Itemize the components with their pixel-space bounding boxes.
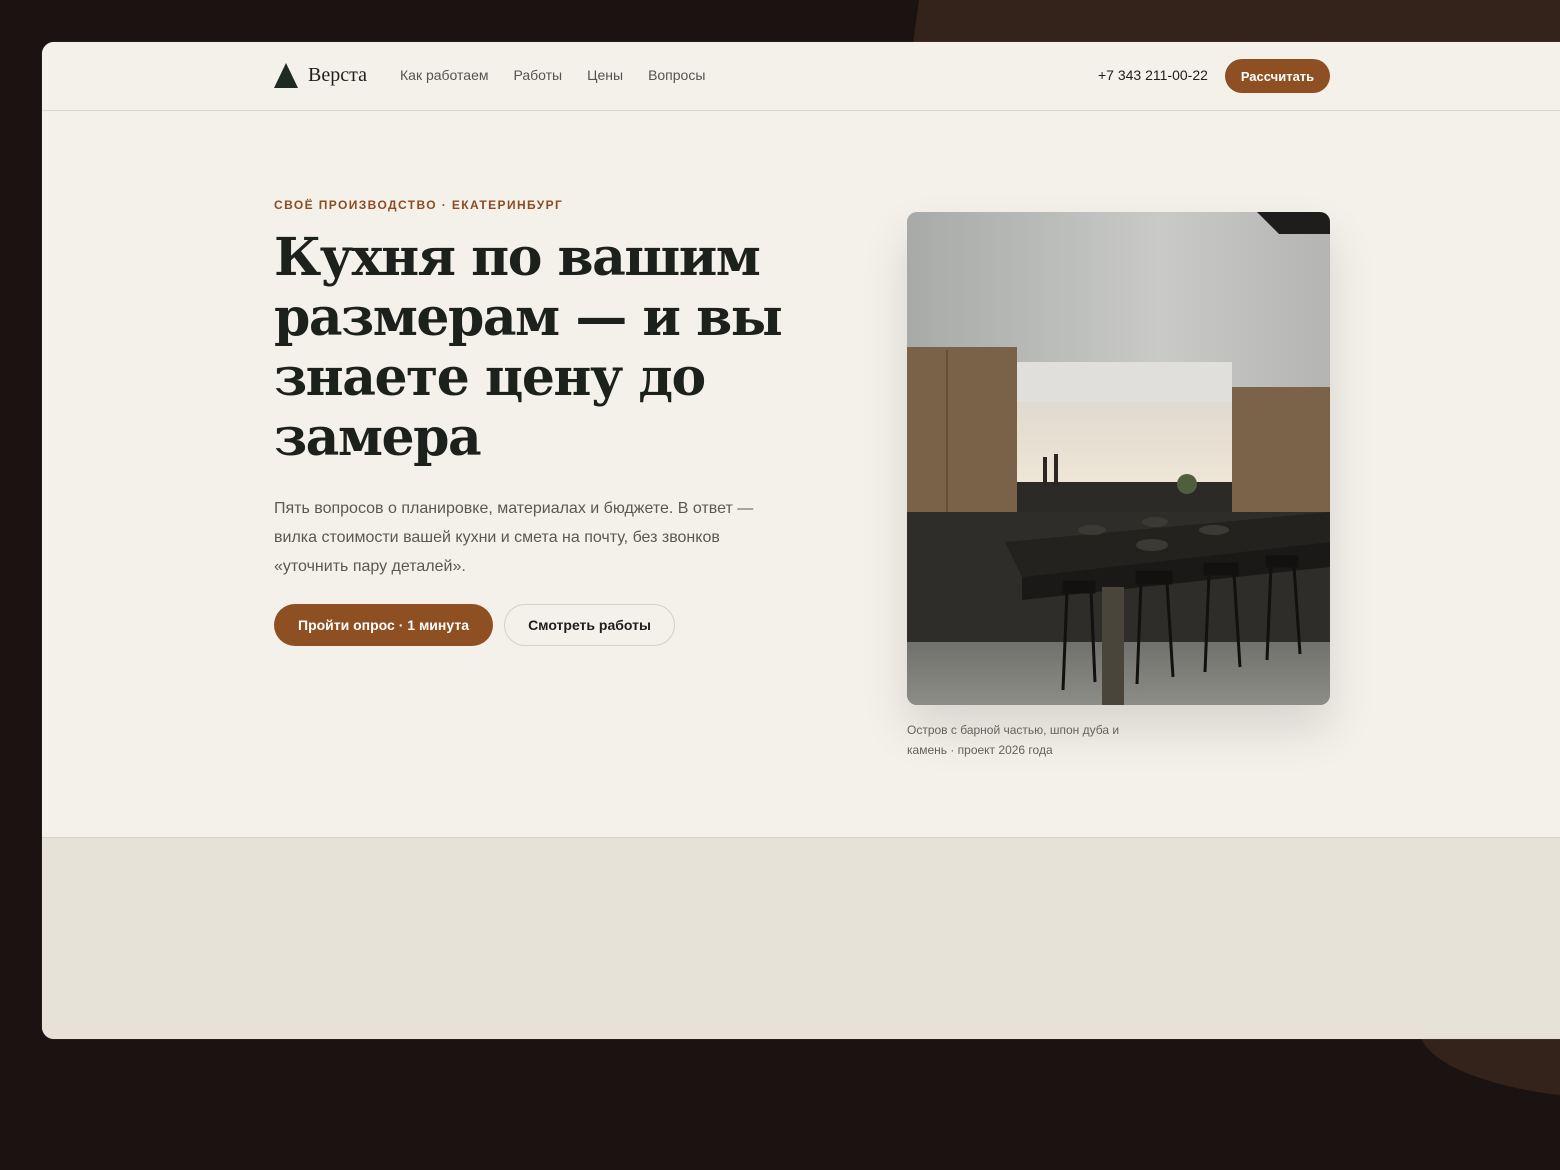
hero-headline: Кухня по вашим размерам — и вы знаете це…	[274, 227, 783, 468]
phone-link[interactable]: +7 343 211-00-22	[1098, 67, 1208, 83]
site-header: Верста Как работаем Работы Цены Вопросы …	[42, 42, 1560, 111]
main-nav: Как работаем Работы Цены Вопросы	[400, 67, 705, 83]
start-survey-button[interactable]: Пройти опрос · 1 минута	[274, 604, 493, 646]
calculate-button[interactable]: Рассчитать	[1225, 59, 1330, 93]
next-section	[42, 837, 1560, 1039]
hero-eyebrow: СВОЁ ПРОИЗВОДСТВО · ЕКАТЕРИНБУРГ	[274, 198, 564, 212]
photo-caption: Остров с барной частью, шпон дуба и каме…	[907, 723, 1120, 757]
hero-lead: Пять вопросов о планировке, материалах и…	[274, 500, 754, 575]
nav-item-how-we-work[interactable]: Как работаем	[400, 67, 488, 83]
nav-item-questions[interactable]: Вопросы	[648, 67, 705, 83]
logo-text: Верста	[308, 64, 367, 86]
browser-page: Верста Как работаем Работы Цены Вопросы …	[42, 42, 1560, 1039]
screen: Верста Как работаем Работы Цены Вопросы …	[0, 0, 1560, 1170]
logo[interactable]: Верста	[274, 63, 367, 88]
nav-item-works[interactable]: Работы	[513, 67, 562, 83]
nav-item-prices[interactable]: Цены	[587, 67, 623, 83]
kitchen-photo	[907, 212, 1330, 705]
triangle-logo-icon	[274, 63, 298, 88]
view-works-button[interactable]: Смотреть работы	[504, 604, 675, 646]
